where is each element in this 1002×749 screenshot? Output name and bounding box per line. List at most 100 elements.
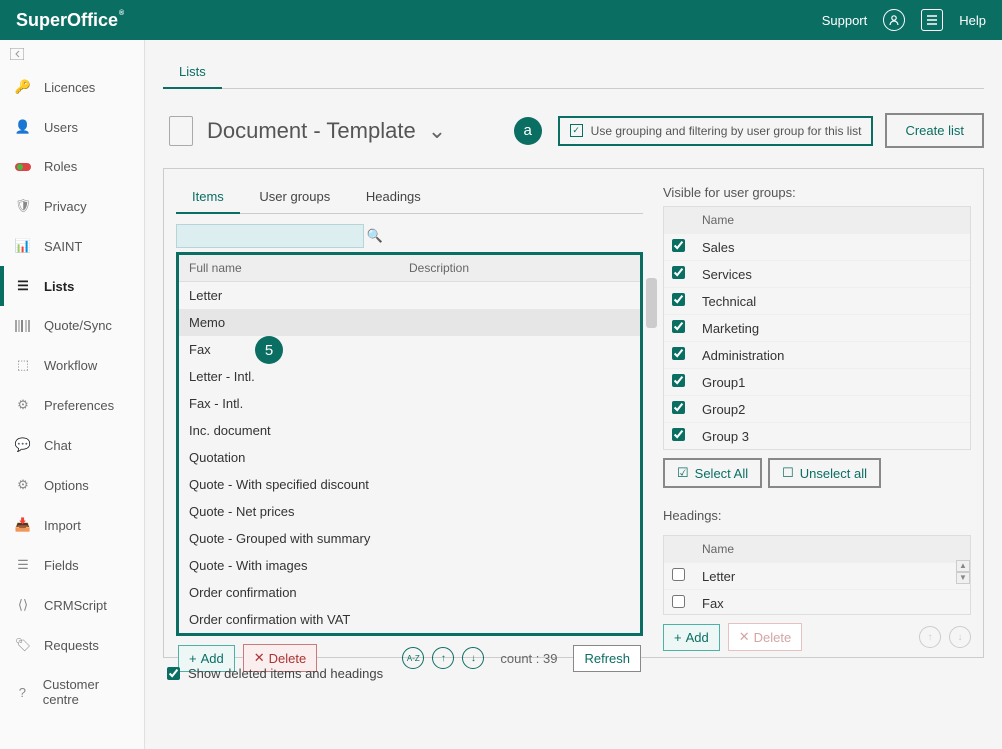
group-checkbox[interactable] <box>672 293 685 306</box>
list-item[interactable]: Order confirmation with VAT <box>179 606 640 633</box>
search-input[interactable] <box>176 224 364 248</box>
group-row[interactable]: Group1 <box>664 368 970 395</box>
group-row[interactable]: Administration <box>664 341 970 368</box>
menu-icon[interactable] <box>921 9 943 31</box>
heading-move-up-button[interactable]: ↑ <box>919 626 941 648</box>
sidebar: 🔑Licences 👤Users Roles 🛡Privacy 📊SAINT ☰… <box>0 40 145 749</box>
sidebar-item-licences[interactable]: 🔑Licences <box>0 67 144 107</box>
list-item[interactable]: Order confirmation <box>179 579 640 606</box>
group-checkbox[interactable] <box>672 401 685 414</box>
heading-row[interactable]: Fax <box>664 589 970 614</box>
sidebar-item-saint[interactable]: 📊SAINT <box>0 226 144 266</box>
user-icon[interactable] <box>883 9 905 31</box>
heading-checkbox[interactable] <box>672 595 685 608</box>
group-row[interactable]: Sales <box>664 233 970 260</box>
sidebar-item-crmscript[interactable]: ⟨⟩CRMScript <box>0 585 144 625</box>
list-body[interactable]: Letter Memo Fax Letter - Intl. Fax - Int… <box>179 282 640 633</box>
group-checkbox[interactable] <box>672 320 685 333</box>
help-link[interactable]: Help <box>959 13 986 28</box>
import-icon: 📥 <box>14 517 32 533</box>
show-deleted-checkbox[interactable] <box>167 667 180 680</box>
column-description[interactable]: Description <box>399 255 640 281</box>
heading-move-down-button[interactable]: ↓ <box>949 626 971 648</box>
column-name[interactable]: Name <box>702 542 734 556</box>
sidebar-item-label: Roles <box>44 159 77 174</box>
select-all-button[interactable]: ☑ Select All <box>663 458 762 488</box>
group-row[interactable]: Group2 <box>664 395 970 422</box>
heading-row[interactable]: Letter <box>664 562 970 589</box>
refresh-button[interactable]: Refresh <box>573 645 641 672</box>
sub-tab-items[interactable]: Items <box>176 181 240 214</box>
group-row[interactable]: Services <box>664 260 970 287</box>
sort-az-button[interactable]: A-Z <box>402 647 424 669</box>
search-icon[interactable]: 🔍 <box>364 225 386 247</box>
sidebar-item-quote[interactable]: Quote/Sync <box>0 306 144 345</box>
heading-delete-button[interactable]: ✕Delete <box>728 623 802 651</box>
list-item[interactable]: Fax - Intl. <box>179 390 640 417</box>
group-checkbox[interactable] <box>672 266 685 279</box>
sidebar-item-fields[interactable]: ☰ Fields <box>0 545 144 585</box>
group-checkbox[interactable] <box>672 374 685 387</box>
group-name: Group1 <box>702 375 745 390</box>
tab-lists[interactable]: Lists <box>163 58 222 89</box>
sidebar-item-label: Options <box>44 478 89 493</box>
group-name: Services <box>702 267 752 282</box>
list-title-dropdown[interactable]: Document - Template⌄ <box>207 118 446 144</box>
list-item[interactable]: Inc. document <box>179 417 640 444</box>
sidebar-item-options[interactable]: ⚙Options <box>0 465 144 505</box>
list-item[interactable]: Quote - With images <box>179 552 640 579</box>
column-name[interactable]: Name <box>702 213 734 227</box>
unselect-all-button[interactable]: ☐Unselect all <box>768 458 881 488</box>
move-up-button[interactable]: ↑ <box>432 647 454 669</box>
sidebar-item-label: Fields <box>44 558 79 573</box>
list-item[interactable]: Quote - Net prices <box>179 498 640 525</box>
add-label: Add <box>201 651 224 666</box>
create-list-button[interactable]: Create list <box>885 113 984 148</box>
grouping-checkbox-container[interactable]: ✓ Use grouping and filtering by user gro… <box>558 116 874 146</box>
show-deleted-label: Show deleted items and headings <box>188 666 383 681</box>
sidebar-item-chat[interactable]: 💬Chat <box>0 425 144 465</box>
sidebar-item-users[interactable]: 👤Users <box>0 107 144 147</box>
sidebar-item-lists[interactable]: ☰Lists <box>0 266 144 306</box>
sidebar-item-label: Workflow <box>44 358 97 373</box>
sidebar-item-privacy[interactable]: 🛡Privacy <box>0 186 144 226</box>
fields-icon: ☰ <box>14 557 32 573</box>
list-item[interactable]: Quotation <box>179 444 640 471</box>
scrollbar[interactable] <box>646 278 657 328</box>
scroll-arrows[interactable]: ▲▼ <box>956 560 970 584</box>
list-item[interactable]: Quote - With specified discount <box>179 471 640 498</box>
sidebar-collapse-button[interactable] <box>0 44 144 67</box>
column-fullname[interactable]: Full name <box>179 255 399 281</box>
support-link[interactable]: Support <box>822 13 868 28</box>
select-all-icon: ☑ <box>677 465 689 481</box>
list-item[interactable]: Letter - Intl. <box>179 363 640 390</box>
group-checkbox[interactable] <box>672 428 685 441</box>
list-item[interactable]: Fax <box>179 336 640 363</box>
sidebar-item-workflow[interactable]: ⬚ Workflow <box>0 345 144 385</box>
group-row[interactable]: Technical <box>664 287 970 314</box>
sub-tab-headings[interactable]: Headings <box>350 181 437 212</box>
sub-tab-user-groups[interactable]: User groups <box>243 181 346 212</box>
list-item[interactable]: Memo <box>179 309 640 336</box>
document-icon <box>169 116 193 146</box>
sidebar-item-roles[interactable]: Roles <box>0 147 144 186</box>
select-all-label: Select All <box>695 466 748 481</box>
workflow-icon: ⬚ <box>14 357 32 373</box>
move-down-button[interactable]: ↓ <box>462 647 484 669</box>
heading-add-button[interactable]: +Add <box>663 624 720 651</box>
group-row[interactable]: Group 3 <box>664 422 970 449</box>
sidebar-item-requests[interactable]: 🏷Requests <box>0 625 144 665</box>
list-item[interactable]: Letter <box>179 282 640 309</box>
count-label: count : 39 <box>500 651 557 666</box>
sidebar-item-preferences[interactable]: ⚙Preferences <box>0 385 144 425</box>
group-checkbox[interactable] <box>672 239 685 252</box>
list-item[interactable]: Quote - Grouped with summary <box>179 525 640 552</box>
group-row[interactable]: Marketing <box>664 314 970 341</box>
sidebar-item-customer-centre[interactable]: ?Customer centre <box>0 665 144 719</box>
heading-checkbox[interactable] <box>672 568 685 581</box>
sidebar-item-import[interactable]: 📥Import <box>0 505 144 545</box>
key-icon: 🔑 <box>14 79 32 95</box>
group-checkbox[interactable] <box>672 347 685 360</box>
checkbox-icon: ✓ <box>570 124 583 137</box>
sidebar-item-label: Users <box>44 120 78 135</box>
